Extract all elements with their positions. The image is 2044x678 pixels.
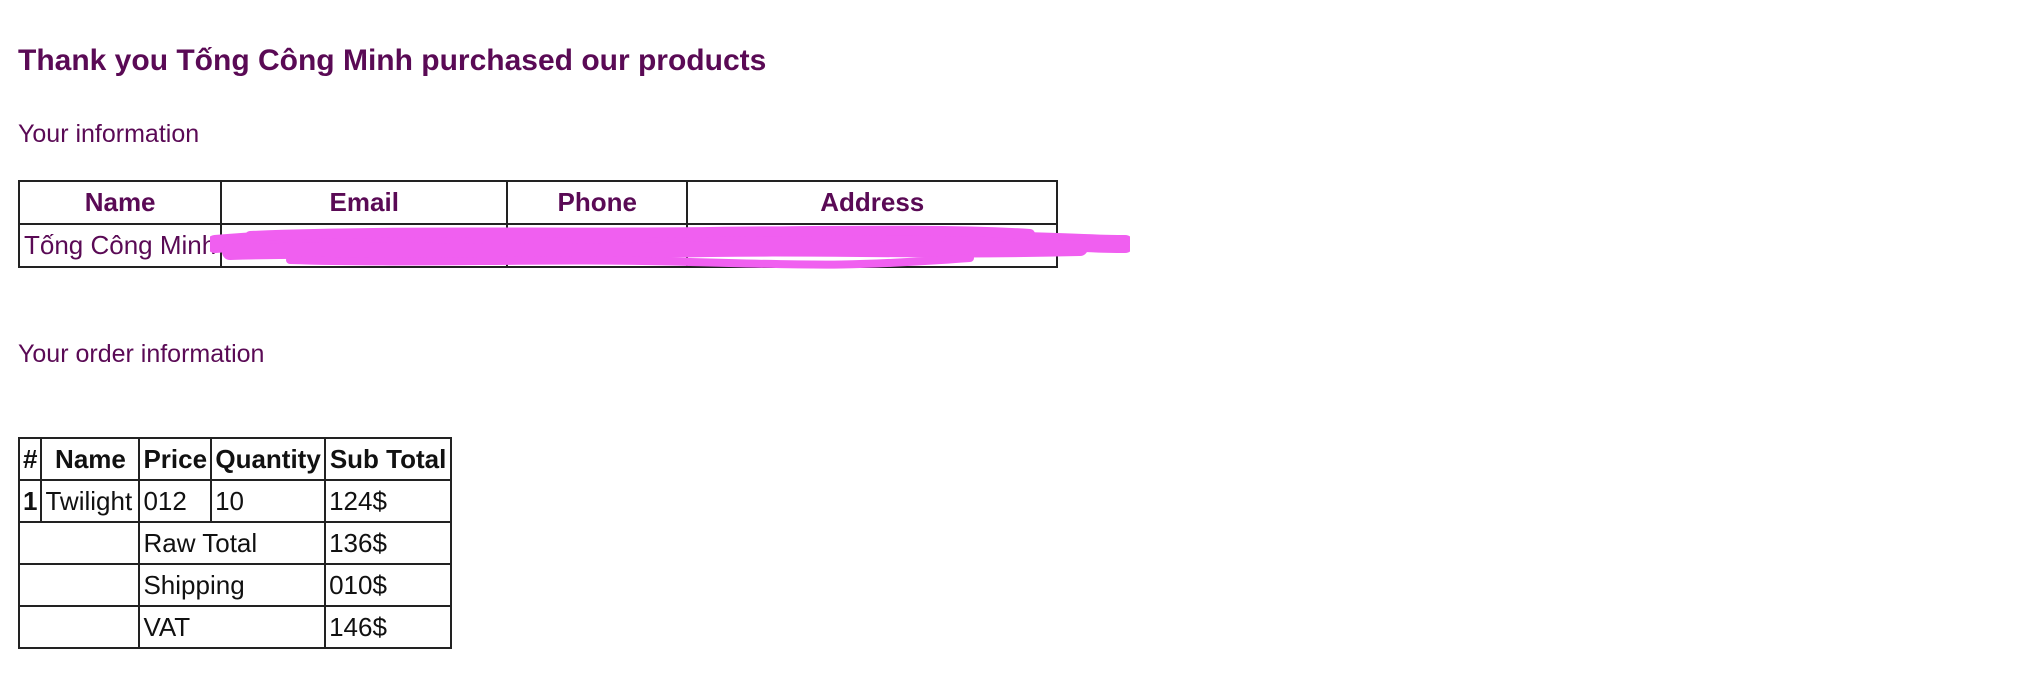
shipping-label: Shipping bbox=[138, 563, 327, 607]
order-table: # Name Price Quantity Sub Total 1 Twilig… bbox=[17, 437, 453, 649]
table-header-row: Name Email Phone Address bbox=[17, 180, 1059, 225]
column-header-index: # bbox=[17, 437, 43, 481]
your-order-information-label: Your order information bbox=[18, 340, 265, 368]
item-price-cell: 012 bbox=[138, 479, 213, 523]
customer-phone-cell bbox=[506, 223, 689, 268]
customer-info-table: Name Email Phone Address Tống Công Minh … bbox=[17, 180, 1059, 268]
page-title: Thank you Tống Công Minh purchased our p… bbox=[18, 44, 767, 77]
empty-cell bbox=[17, 521, 141, 565]
vat-label: VAT bbox=[138, 605, 327, 649]
raw-total-label: Raw Total bbox=[138, 521, 327, 565]
empty-cell bbox=[17, 605, 141, 649]
shipping-row: Shipping 010$ bbox=[17, 563, 453, 607]
shipping-value: 010$ bbox=[324, 563, 453, 607]
your-information-label: Your information bbox=[18, 120, 200, 148]
customer-email-cell: mtong bbox=[220, 223, 509, 268]
column-header-email: Email bbox=[220, 180, 509, 225]
column-header-phone: Phone bbox=[506, 180, 689, 225]
customer-address-cell: T bbox=[686, 223, 1059, 268]
item-quantity-cell: 10 bbox=[210, 479, 327, 523]
table-header-row: # Name Price Quantity Sub Total bbox=[17, 437, 453, 481]
vat-value: 146$ bbox=[324, 605, 453, 649]
vat-row: VAT 146$ bbox=[17, 605, 453, 649]
column-header-quantity: Quantity bbox=[210, 437, 327, 481]
column-header-address: Address bbox=[686, 180, 1059, 225]
column-header-product-name: Name bbox=[40, 437, 141, 481]
item-index-cell: 1 bbox=[17, 479, 43, 523]
item-subtotal-cell: 124$ bbox=[324, 479, 453, 523]
table-row: Tống Công Minh mtong T bbox=[17, 223, 1059, 268]
column-header-name: Name bbox=[17, 180, 223, 225]
empty-cell bbox=[17, 563, 141, 607]
customer-name-cell: Tống Công Minh bbox=[17, 223, 223, 268]
column-header-subtotal: Sub Total bbox=[324, 437, 453, 481]
customer-email-link[interactable]: mtong bbox=[226, 230, 298, 260]
item-name-cell: Twilight bbox=[40, 479, 141, 523]
column-header-price: Price bbox=[138, 437, 213, 481]
raw-total-value: 136$ bbox=[324, 521, 453, 565]
table-row: 1 Twilight 012 10 124$ bbox=[17, 479, 453, 523]
raw-total-row: Raw Total 136$ bbox=[17, 521, 453, 565]
